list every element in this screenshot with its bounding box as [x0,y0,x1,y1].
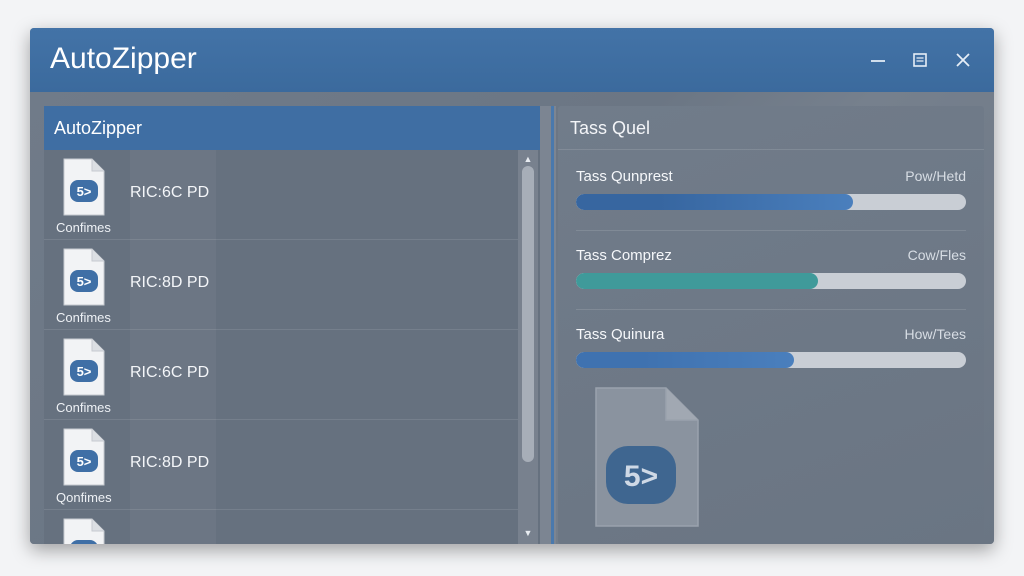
file-name: RIC:6C PD [130,364,210,381]
progress-fill [576,352,795,368]
svg-text:5>: 5> [77,184,92,199]
zip-file-icon: 5> [63,428,105,486]
zip-file-icon: 5> [63,248,105,306]
task-status: Pow/Hetd [905,168,966,184]
app-title: AutoZipper [50,42,197,75]
window-client-area: AutoZipper 5> RIC:6C PD Confimes 5> RIC:… [30,92,994,544]
list-item[interactable]: 5> RIC:6C PD Confimes [44,150,518,240]
file-list-scrollbar[interactable]: ▲ ▼ [518,150,538,544]
svg-text:5>: 5> [77,454,92,469]
list-item[interactable]: 5> RIC:6C PD Confimes [44,330,518,420]
scroll-down-icon[interactable]: ▼ [518,526,538,540]
zip-file-icon: 5> [63,338,105,396]
file-list: 5> RIC:6C PD Confimes 5> RIC:8D PD Confi… [44,150,518,544]
task-item[interactable]: Tass Comprez Cow/Fles [576,247,966,317]
divider [576,230,966,231]
task-item[interactable]: Tass Qunprest Pow/Hetd [576,168,966,238]
divider [576,309,966,310]
list-item-partial[interactable] [44,510,518,544]
progress-bar [576,273,966,289]
zip-file-icon [63,518,105,544]
progress-fill [576,273,818,289]
svg-text:5>: 5> [624,460,658,493]
file-name: RIC:8D PD [130,454,210,471]
list-item[interactable]: 5> RIC:8D PD Confimes [44,240,518,330]
zip-document-icon: 5> [595,387,699,527]
file-status: Confimes [56,400,111,415]
scroll-up-icon[interactable]: ▲ [518,152,538,166]
file-list-header: AutoZipper [44,106,540,150]
file-status: Confimes [56,220,111,235]
zip-file-icon: 5> [63,158,105,216]
progress-fill [576,194,853,210]
task-status: How/Tees [904,326,966,342]
task-queue-panel: Tass Quel Tass Qunprest Pow/Hetd Tass Co… [558,106,984,544]
close-icon[interactable] [951,48,975,72]
restore-icon[interactable] [908,48,932,72]
task-name: Tass Comprez [576,247,672,264]
file-name: RIC:6C PD [130,184,210,201]
task-name: Tass Quinura [576,326,665,343]
task-status: Cow/Fles [907,247,966,263]
minimize-icon[interactable] [866,48,890,72]
file-list-panel: AutoZipper 5> RIC:6C PD Confimes 5> RIC:… [44,106,556,544]
scroll-thumb[interactable] [522,166,534,462]
list-item[interactable]: 5> RIC:8D PD Qonfimes [44,420,518,510]
task-name: Tass Qunprest [576,168,673,185]
progress-bar [576,352,966,368]
file-status: Qonfimes [56,490,112,505]
file-status: Confimes [56,310,111,325]
panel-splitter[interactable] [540,106,556,544]
svg-text:5>: 5> [77,364,92,379]
file-name: RIC:8D PD [130,274,210,291]
app-window: AutoZipper AutoZipper 5> RIC:6C PD Confi… [30,28,994,544]
title-bar[interactable]: AutoZipper [30,28,994,92]
svg-text:5>: 5> [77,274,92,289]
progress-bar [576,194,966,210]
task-queue-header: Tass Quel [558,106,984,150]
